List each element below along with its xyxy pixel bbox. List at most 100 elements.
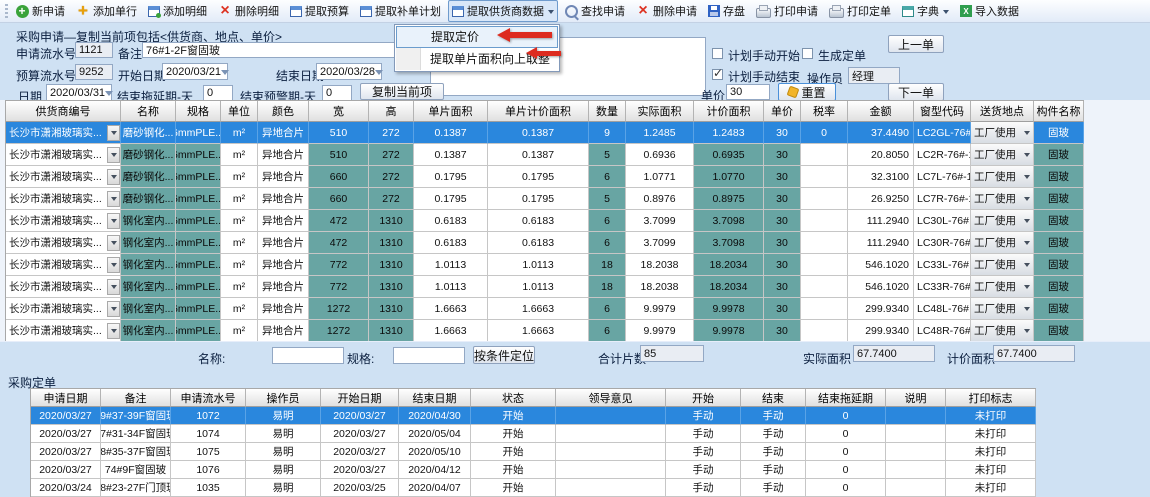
table-row[interactable]: 2020/03/2788#35-37F窗固玻1075易明2020/03/2720… xyxy=(31,443,1036,461)
cell[interactable]: 长沙市潇湘玻璃实... xyxy=(6,166,121,188)
cell[interactable]: m² xyxy=(221,232,258,254)
cell[interactable]: 固玻 xyxy=(1034,122,1084,144)
cell[interactable]: 0 xyxy=(806,479,886,497)
column-header[interactable]: 颜色 xyxy=(258,101,309,122)
table-row[interactable]: 长沙市潇湘玻璃实...钢化室内...6mmPLE...m²异地合片1272131… xyxy=(6,298,1084,320)
cell[interactable]: 长沙市潇湘玻璃实... xyxy=(6,188,121,210)
cell[interactable]: 660 xyxy=(309,166,369,188)
cell[interactable]: 1075 xyxy=(171,443,246,461)
cell[interactable]: 1.6663 xyxy=(414,298,488,320)
table-row[interactable]: 长沙市潇湘玻璃实...钢化室内...6mmPLE...m²异地合片7721310… xyxy=(6,254,1084,276)
cell[interactable]: 手动 xyxy=(666,443,741,461)
cell[interactable]: 工厂使用 xyxy=(971,320,1034,342)
reset-button[interactable]: 重置 xyxy=(778,83,836,101)
cell[interactable]: 未打印 xyxy=(946,443,1036,461)
dropdown-arrow-icon[interactable] xyxy=(107,301,120,317)
cell[interactable]: 1.2485 xyxy=(626,122,694,144)
cell[interactable]: 0.6183 xyxy=(414,232,488,254)
cell[interactable]: 0.1387 xyxy=(488,144,589,166)
column-header[interactable]: 结束日期 xyxy=(399,389,471,407)
operator-field[interactable] xyxy=(848,67,900,84)
cell[interactable]: 易明 xyxy=(246,461,321,479)
cell[interactable]: 272 xyxy=(369,144,414,166)
cell[interactable]: 0.6183 xyxy=(414,210,488,232)
cell[interactable] xyxy=(556,425,666,443)
cell[interactable]: 272 xyxy=(369,166,414,188)
end-date-select[interactable]: 2020/03/28 xyxy=(316,63,382,80)
cell[interactable]: 30 xyxy=(764,298,801,320)
cell[interactable]: 26.9250 xyxy=(848,188,914,210)
column-header[interactable]: 单片面积 xyxy=(414,101,488,122)
cell[interactable]: 长沙市潇湘玻璃实... xyxy=(6,232,121,254)
cell[interactable]: 手动 xyxy=(741,461,806,479)
budget-no-field[interactable] xyxy=(75,64,113,80)
remark-field[interactable] xyxy=(142,42,420,58)
cell[interactable]: 5 xyxy=(589,144,626,166)
cell[interactable] xyxy=(801,232,848,254)
cell[interactable] xyxy=(801,210,848,232)
cell[interactable]: 510 xyxy=(309,144,369,166)
dropdown-caret-icon[interactable] xyxy=(943,10,949,17)
cell[interactable]: 2020/03/27 xyxy=(321,407,399,425)
cell[interactable]: 手动 xyxy=(741,425,806,443)
cell[interactable] xyxy=(801,188,848,210)
cell[interactable]: 固玻 xyxy=(1034,298,1084,320)
toolbar-button[interactable]: 提取补单计划 xyxy=(356,0,445,22)
cell[interactable]: 钢化室内... xyxy=(121,210,176,232)
table-row[interactable]: 长沙市潇湘玻璃实...磨砂钢化...6mmPLE...m²异地合片6602720… xyxy=(6,166,1084,188)
locate-by-condition-button[interactable]: 按条件定位 xyxy=(473,346,535,364)
dropdown-arrow-icon[interactable] xyxy=(107,257,120,273)
cell[interactable]: m² xyxy=(221,298,258,320)
cell[interactable]: 2020/03/27 xyxy=(31,407,101,425)
cell[interactable]: 固玻 xyxy=(1034,254,1084,276)
cell[interactable]: 工厂使用 xyxy=(971,166,1034,188)
table-row[interactable]: 长沙市潇湘玻璃实...磨砂钢化...6mmPLE...m²异地合片5102720… xyxy=(6,144,1084,166)
column-header[interactable]: 窗型代码 xyxy=(914,101,971,122)
dropdown-arrow-icon[interactable] xyxy=(107,279,120,295)
copy-current-button[interactable]: 复制当前项 xyxy=(360,83,444,100)
cell[interactable]: 磨砂钢化... xyxy=(121,188,176,210)
toolbar-grip[interactable] xyxy=(5,4,8,19)
cell[interactable]: 1.0113 xyxy=(414,276,488,298)
cell[interactable]: 1.0771 xyxy=(626,166,694,188)
cell[interactable] xyxy=(886,479,946,497)
column-header[interactable]: 状态 xyxy=(471,389,556,407)
cell[interactable]: 固玻 xyxy=(1034,320,1084,342)
column-header[interactable]: 说明 xyxy=(886,389,946,407)
dropdown-arrow-icon[interactable] xyxy=(107,169,120,185)
cell[interactable]: 299.9340 xyxy=(848,298,914,320)
cell[interactable]: 3.7098 xyxy=(694,210,764,232)
cell[interactable]: 固玻 xyxy=(1034,210,1084,232)
column-header[interactable]: 规格 xyxy=(176,101,221,122)
column-header[interactable]: 打印标志 xyxy=(946,389,1036,407)
cell[interactable]: 长沙市潇湘玻璃实... xyxy=(6,320,121,342)
cell[interactable] xyxy=(886,425,946,443)
cell[interactable]: 18.2038 xyxy=(626,254,694,276)
cell[interactable]: LC33L-76#... xyxy=(914,254,971,276)
cell[interactable]: 18 xyxy=(589,254,626,276)
toolbar-button[interactable]: 添加单行 xyxy=(72,0,141,22)
cell[interactable]: 18 xyxy=(589,276,626,298)
cell[interactable]: 手动 xyxy=(741,479,806,497)
cell[interactable]: 钢化室内... xyxy=(121,254,176,276)
cell[interactable]: 111.2940 xyxy=(848,210,914,232)
cell[interactable]: 手动 xyxy=(741,443,806,461)
cell[interactable]: 30 xyxy=(764,276,801,298)
cell[interactable]: m² xyxy=(221,166,258,188)
cell[interactable]: 6 xyxy=(589,210,626,232)
cell[interactable]: 开始 xyxy=(471,407,556,425)
cell[interactable]: LC2GL-76#... xyxy=(914,122,971,144)
cell[interactable]: 772 xyxy=(309,276,369,298)
cell[interactable]: m² xyxy=(221,122,258,144)
cell[interactable]: 6 xyxy=(589,320,626,342)
cell[interactable] xyxy=(801,276,848,298)
dropdown-arrow-icon[interactable] xyxy=(107,323,120,339)
column-header[interactable]: 宽 xyxy=(309,101,369,122)
column-header[interactable]: 备注 xyxy=(101,389,171,407)
cell[interactable]: 0 xyxy=(806,407,886,425)
cell[interactable]: 30 xyxy=(764,320,801,342)
cell[interactable]: 87#31-34F窗固玻 xyxy=(101,425,171,443)
cell[interactable]: 6mmPLE... xyxy=(176,276,221,298)
priced-area-field[interactable] xyxy=(993,345,1075,362)
cell[interactable]: 工厂使用 xyxy=(971,232,1034,254)
